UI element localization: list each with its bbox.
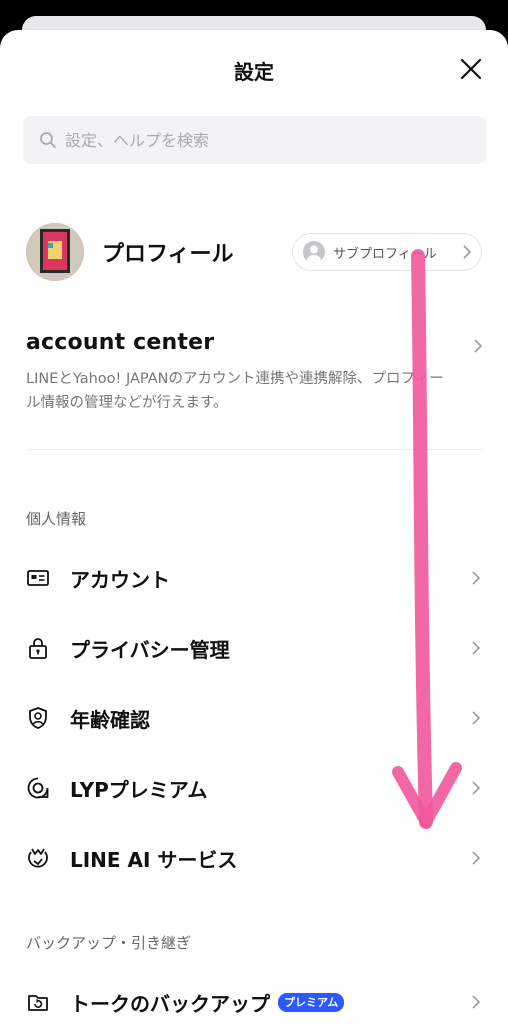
header: 設定 [0, 30, 508, 108]
divider [26, 449, 482, 450]
chevron-right-icon [470, 640, 482, 656]
menu-item-label: プライバシー管理 [70, 637, 230, 662]
menu-item-label: LINE AI サービス [70, 847, 238, 872]
chevron-right-icon [470, 570, 482, 586]
chevron-right-icon [470, 994, 482, 1010]
profile-name: プロフィール [102, 242, 234, 267]
chevron-right-icon [470, 850, 482, 866]
page-title: 設定 [234, 60, 274, 84]
chevron-right-icon [470, 710, 482, 726]
profile-row[interactable]: プロフィール サブプロフィール [26, 222, 482, 282]
menu-item-label: トークのバックアップ [70, 991, 270, 1016]
close-button[interactable] [458, 56, 484, 82]
chevron-right-icon [470, 780, 482, 796]
menu-item-privacy[interactable]: プライバシー管理 [26, 630, 484, 666]
close-icon [460, 58, 482, 80]
backup-icon [26, 990, 50, 1014]
default-avatar-icon [303, 241, 325, 263]
account-center-description: LINEとYahoo! JAPANのアカウント連携や連携解除、プロフィール情報の… [26, 371, 444, 411]
menu-item-age-verification[interactable]: 年齢確認 [26, 700, 484, 736]
ai-service-icon [26, 846, 50, 870]
search-icon [40, 132, 56, 148]
section-label-backup: バックアップ・引き継ぎ [26, 934, 192, 952]
avatar[interactable] [26, 223, 84, 281]
premium-badge: プレミアム [278, 992, 345, 1012]
chevron-right-icon [461, 244, 473, 260]
subprofile-label: サブプロフィール [333, 246, 437, 262]
account-center-title: account center [26, 330, 215, 355]
menu-item-lyp-premium[interactable]: LYPプレミアム [26, 770, 484, 806]
menu-item-label: アカウント [70, 567, 170, 592]
section-label-personal: 個人情報 [26, 510, 87, 528]
menu-item-line-ai[interactable]: LINE AI サービス [26, 840, 484, 876]
account-center-item[interactable]: account center LINEとYahoo! JAPANのアカウント連携… [26, 330, 484, 415]
lyp-premium-icon [26, 776, 50, 800]
menu-item-label: 年齢確認 [70, 707, 150, 732]
menu-item-chat-backup[interactable]: トークのバックアップ プレミアム [26, 984, 484, 1020]
subprofile-button[interactable]: サブプロフィール [292, 233, 482, 271]
age-shield-icon [26, 706, 50, 730]
id-card-icon [26, 566, 50, 590]
chevron-right-icon [472, 338, 484, 354]
menu-item-account[interactable]: アカウント [26, 560, 484, 596]
settings-sheet: 設定 プロフィール [0, 30, 508, 1024]
lock-icon [26, 636, 50, 660]
menu-item-label: LYPプレミアム [70, 777, 208, 802]
search-bar[interactable] [23, 116, 486, 164]
search-input[interactable] [65, 130, 445, 150]
